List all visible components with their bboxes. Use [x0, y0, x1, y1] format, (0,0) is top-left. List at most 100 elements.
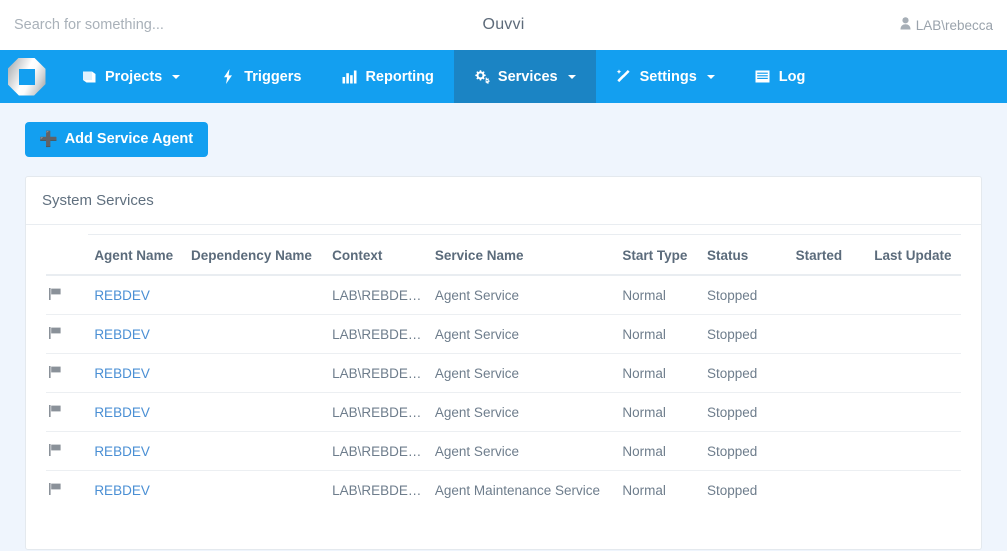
panel-title: System Services [26, 177, 981, 225]
column-header-context[interactable]: Context [326, 234, 429, 276]
row-service-name: Agent Service [428, 431, 617, 471]
table-row[interactable]: REBDEV LAB\REBDEV$ Agent Service Normal … [46, 353, 961, 393]
row-service-name: Agent Service [428, 353, 617, 393]
nav-label: Settings [639, 68, 697, 85]
search-input[interactable] [0, 0, 330, 50]
agent-name-link[interactable]: REBDEV [94, 483, 150, 498]
nav-label: Reporting [365, 68, 434, 85]
nav-item-projects[interactable]: Projects [61, 50, 200, 103]
row-started [789, 353, 869, 393]
column-header-flag[interactable] [46, 234, 89, 276]
row-last-update [868, 392, 961, 432]
row-flag-cell[interactable] [46, 275, 88, 315]
list-icon [755, 69, 771, 85]
top-bar: Ouvvi LAB\rebecca [0, 0, 1007, 50]
agent-name-link[interactable]: REBDEV [94, 327, 150, 342]
column-header-status[interactable]: Status [700, 234, 790, 276]
row-context: LAB\REBDEV$ [326, 353, 429, 393]
row-status: Stopped [700, 392, 790, 432]
table-row[interactable]: REBDEV LAB\REBDEV$ Agent Service Normal … [46, 314, 961, 354]
row-context: LAB\REBDEV$ [326, 470, 429, 509]
row-status: Stopped [700, 314, 790, 354]
row-flag-cell[interactable] [46, 353, 89, 393]
gears-icon [474, 69, 490, 85]
row-flag-cell[interactable] [46, 431, 89, 471]
nav-item-services[interactable]: Services [453, 50, 596, 103]
row-start-type: Normal [616, 392, 701, 432]
row-service-name: Agent Maintenance Service [428, 470, 617, 509]
column-header-start-type[interactable]: Start Type [616, 234, 701, 276]
book-icon [81, 69, 97, 85]
row-dependency-name [185, 275, 326, 315]
table-row[interactable]: REBDEV LAB\REBDEV$ Agent Service Normal … [46, 275, 961, 315]
row-last-update [868, 470, 961, 509]
row-start-type: Normal [616, 431, 701, 471]
flag-icon[interactable] [48, 483, 62, 499]
row-status: Stopped [700, 353, 790, 393]
flag-icon[interactable] [48, 444, 62, 460]
nav-item-triggers[interactable]: Triggers [200, 50, 321, 103]
table-row[interactable]: REBDEV LAB\REBDEV$ Agent Service Normal … [46, 431, 961, 471]
user-menu[interactable]: LAB\rebecca [900, 17, 993, 33]
column-header-service-name[interactable]: Service Name [428, 234, 617, 276]
user-icon [900, 17, 911, 33]
column-header-agent-name[interactable]: Agent Name [88, 234, 186, 276]
nav-item-settings[interactable]: Settings [596, 50, 735, 103]
chart-icon [341, 69, 357, 85]
table-header: Agent Name Dependency Name Context Servi… [46, 234, 961, 276]
nav-label: Services [497, 68, 558, 85]
panel-body: Agent Name Dependency Name Context Servi… [26, 225, 981, 549]
nav-label: Projects [105, 68, 163, 85]
table-row[interactable]: REBDEV LAB\REBDEV$ Agent Maintenance Ser… [46, 470, 961, 509]
row-last-update [868, 353, 961, 393]
row-agent-name: REBDEV [88, 353, 186, 393]
row-last-update [868, 275, 961, 315]
agent-name-link[interactable]: REBDEV [94, 288, 150, 303]
add-service-agent-label: Add Service Agent [64, 131, 194, 148]
row-status: Stopped [700, 431, 790, 471]
row-service-name: Agent Service [428, 314, 617, 354]
brand-logo[interactable] [0, 50, 53, 103]
row-last-update [868, 314, 961, 354]
chevron-down-icon [172, 74, 181, 79]
agent-name-link[interactable]: REBDEV [94, 405, 150, 420]
row-flag-cell[interactable] [46, 314, 89, 354]
row-service-name: Agent Service [428, 392, 617, 432]
agent-name-link[interactable]: REBDEV [94, 444, 150, 459]
bolt-icon [220, 69, 236, 85]
services-table: Agent Name Dependency Name Context Servi… [46, 234, 961, 509]
agent-name-link[interactable]: REBDEV [94, 366, 150, 381]
column-header-last-update[interactable]: Last Update [868, 234, 961, 276]
row-dependency-name [185, 431, 327, 471]
main-navigation: Projects Triggers Reporting Services Set… [0, 50, 1007, 103]
flag-icon[interactable] [48, 327, 62, 343]
row-dependency-name [185, 470, 327, 509]
row-agent-name: REBDEV [88, 275, 185, 315]
column-header-dependency-name[interactable]: Dependency Name [185, 234, 327, 276]
row-status: Stopped [706, 288, 758, 303]
row-flag-cell[interactable] [46, 470, 89, 509]
row-started [790, 275, 869, 315]
nav-item-reporting[interactable]: Reporting [321, 50, 453, 103]
row-context: LAB\REBDEV$ [326, 431, 429, 471]
column-header-started[interactable]: Started [789, 234, 869, 276]
row-start-type: Normal [616, 470, 701, 509]
flag-icon[interactable] [48, 288, 62, 304]
row-started [789, 431, 869, 471]
row-started [789, 392, 869, 432]
add-service-agent-button[interactable]: ➕ Add Service Agent [25, 122, 209, 157]
page-content: ➕ Add Service Agent System Services Agen… [0, 103, 1007, 550]
flag-icon[interactable] [48, 405, 62, 421]
row-flag-cell[interactable] [46, 392, 89, 432]
row-dependency-name [185, 392, 327, 432]
row-status: Stopped [700, 470, 790, 509]
row-dependency-name [185, 353, 327, 393]
row-started [789, 470, 869, 509]
table-row[interactable]: REBDEV LAB\REBDEV$ Agent Service Normal … [46, 392, 961, 432]
nav-item-log[interactable]: Log [735, 50, 826, 103]
user-name-label: LAB\rebecca [915, 17, 993, 33]
flag-icon[interactable] [48, 366, 62, 382]
chevron-down-icon [706, 74, 715, 79]
row-service-name: Agent Service [434, 288, 519, 303]
nav-label: Triggers [244, 68, 302, 85]
